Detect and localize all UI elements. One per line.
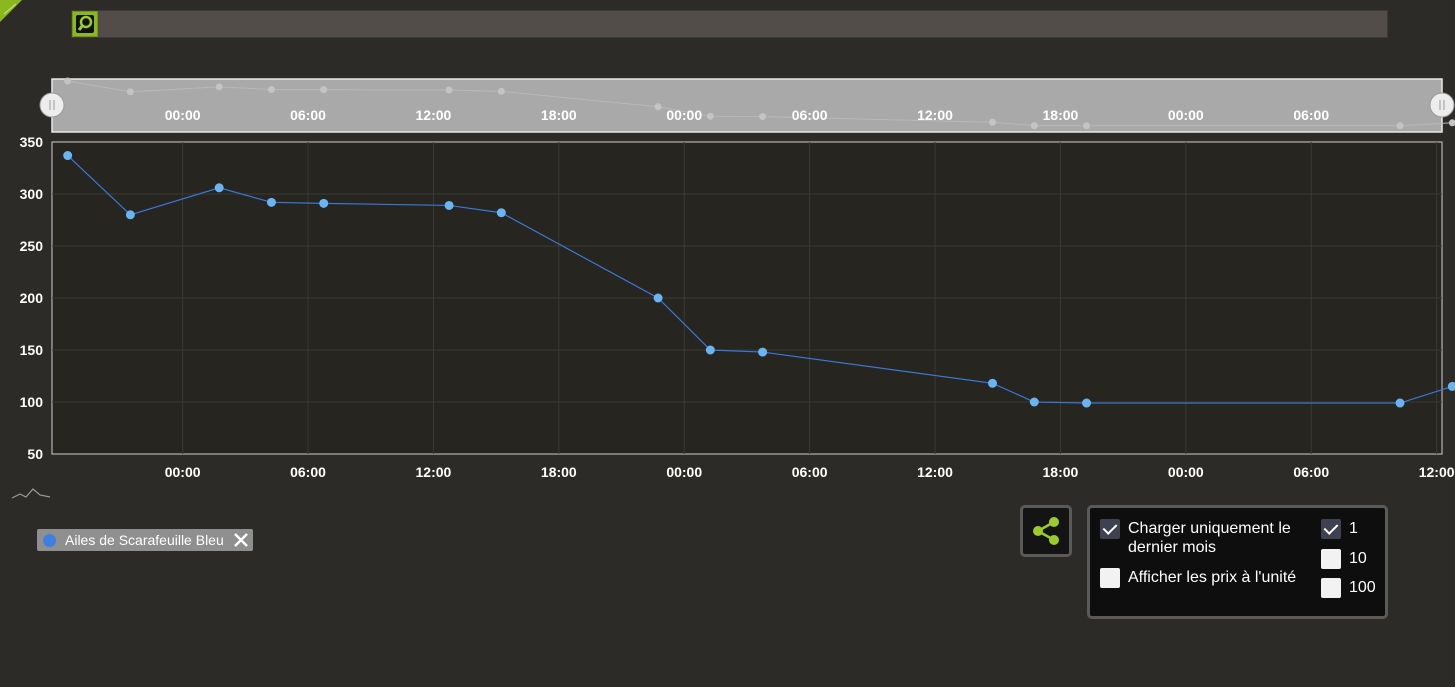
data-point[interactable] [1082,398,1092,408]
navigator-point [1396,122,1404,130]
last-month-option[interactable]: Charger uniquement le dernier mois [1100,519,1305,557]
data-point[interactable] [988,378,997,388]
unit-price-option[interactable]: Afficher les prix à l'unité [1100,568,1315,588]
navigator-x-tick-label: 00:00 [165,107,201,123]
y-tick-label: 150 [20,342,44,358]
navigator-x-tick-label: 12:00 [917,107,953,123]
navigator-point [654,103,662,111]
y-tick-label: 350 [20,134,44,150]
navigator-point [706,112,714,120]
data-point[interactable] [444,200,454,210]
quantity-label-1: 1 [1349,520,1358,537]
navigator-point [267,85,275,93]
data-point[interactable] [266,197,276,207]
legend-item[interactable]: Ailes de Scarafeuille Bleu [37,529,253,551]
navigator-point [126,88,134,96]
last-month-label: Charger uniquement le dernier mois [1128,520,1291,556]
unit-price-checkbox[interactable] [1100,568,1120,588]
navigator-point [989,118,996,126]
navigator-point [445,86,453,94]
navigator[interactable]: 00:00 06:00 12:00 18:00 00:00 06:00 12:00 18:00… [39,77,1455,133]
x-tick-label: 06:00 [1293,464,1329,480]
y-tick-label: 200 [20,290,44,306]
x-tick-label: 12:00 [416,464,452,480]
data-point[interactable] [1395,398,1405,408]
price-chart: 00:00 06:00 12:00 18:00 00:00 06:00 12:00 18:00… [11,77,1455,499]
quantity-option-100[interactable]: 100 [1321,578,1376,598]
navigator-point [64,77,72,85]
navigator-x-tick-label: 12:00 [416,107,452,123]
data-point[interactable] [214,183,224,193]
navigator-x-tick-label: 06:00 [290,107,326,123]
close-icon[interactable] [233,532,249,548]
share-icon [1033,517,1059,545]
x-tick-label: 12:00 [1419,464,1455,480]
data-point[interactable] [63,151,73,161]
quantity-label-10: 10 [1349,550,1367,567]
quantity-option-10[interactable]: 10 [1321,549,1367,569]
y-tick-label: 100 [20,394,44,410]
y-tick-label: 300 [20,186,44,202]
data-point[interactable] [496,208,506,218]
navigator-left-handle[interactable] [39,92,65,118]
data-point[interactable] [653,293,663,303]
data-point[interactable] [1029,397,1039,407]
data-point[interactable] [125,210,135,220]
quantity-checkbox-10[interactable] [1321,549,1341,569]
navigator-point [320,86,328,94]
legend-label: Ailes de Scarafeuille Bleu [65,532,224,548]
x-tick-label: 18:00 [541,464,577,480]
navigator-point [759,113,767,121]
x-tick-label: 18:00 [1043,464,1079,480]
navigator-point [1083,122,1091,130]
navigator-x-tick-label: 06:00 [1293,107,1329,123]
x-tick-label: 00:00 [1168,464,1204,480]
data-point[interactable] [758,347,768,357]
quantity-checkbox-1[interactable] [1321,519,1341,539]
y-tick-label: 50 [27,446,43,462]
unit-price-label: Afficher les prix à l'unité [1128,569,1297,586]
quantity-checkbox-100[interactable] [1321,578,1341,598]
data-point[interactable] [705,345,715,355]
x-tick-label: 00:00 [165,464,201,480]
data-point[interactable] [319,198,329,208]
navigator-point [1448,119,1455,127]
data-point[interactable] [1447,381,1455,391]
navigator-point [497,87,505,95]
navigator-x-tick-label: 18:00 [1043,107,1079,123]
zoom-reset-icon[interactable] [11,488,51,499]
x-tick-label: 06:00 [290,464,326,480]
navigator-x-tick-label: 00:00 [666,107,702,123]
x-tick-label: 12:00 [917,464,953,480]
y-tick-label: 250 [20,238,44,254]
last-month-checkbox[interactable] [1100,519,1120,539]
navigator-x-tick-label: 00:00 [1168,107,1204,123]
share-button[interactable] [1020,505,1072,557]
options-panel: Charger uniquement le dernier mois Affic… [1087,505,1388,619]
navigator-right-handle[interactable] [1429,92,1455,118]
series-color-dot [43,533,56,547]
navigator-x-tick-label: 18:00 [541,107,577,123]
navigator-point [1030,122,1038,130]
x-tick-label: 06:00 [792,464,828,480]
navigator-x-tick-label: 06:00 [792,107,828,123]
quantity-label-100: 100 [1349,579,1376,596]
x-tick-label: 00:00 [666,464,702,480]
navigator-range [51,78,1443,133]
navigator-point [215,83,223,91]
quantity-option-1[interactable]: 1 [1321,519,1358,539]
